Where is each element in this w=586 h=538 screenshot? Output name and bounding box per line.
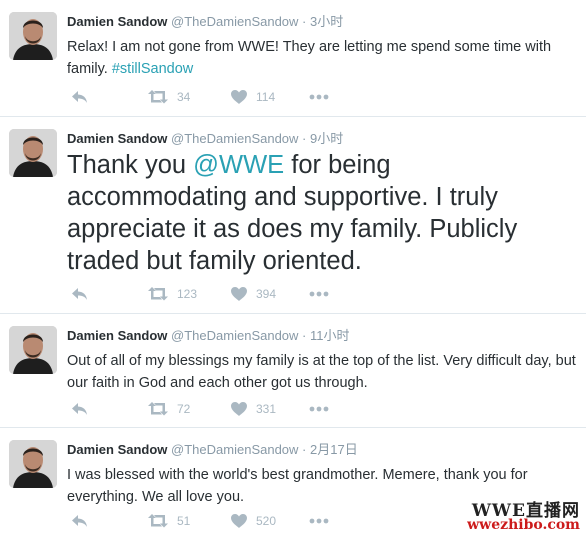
separator: ·	[302, 131, 307, 146]
timestamp[interactable]: 11小时	[310, 328, 350, 343]
retweet-icon	[148, 287, 168, 301]
timestamp[interactable]: 3小时	[310, 14, 343, 29]
avatar[interactable]	[9, 12, 57, 60]
separator: ·	[302, 328, 307, 343]
tweet-actions: 72 331	[67, 399, 367, 419]
username[interactable]: @TheDamienSandow	[171, 328, 298, 343]
heart-icon	[231, 402, 247, 416]
retweet-icon	[148, 402, 168, 416]
tweet[interactable]: Damien Sandow @TheDamienSandow · 9小时 Tha…	[0, 117, 586, 314]
hashtag-link[interactable]: #stillSandow	[112, 61, 193, 77]
tweet[interactable]: Damien Sandow @TheDamienSandow · 3小时 Rel…	[0, 0, 586, 117]
retweet-count: 34	[177, 90, 191, 104]
watermark-url: wwezhibo.com	[467, 517, 580, 533]
tweet-actions: 123 394	[67, 284, 367, 304]
avatar[interactable]	[9, 129, 57, 177]
more-icon	[309, 94, 329, 100]
reply-icon	[72, 91, 87, 103]
like-count: 394	[256, 287, 277, 301]
display-name[interactable]: Damien Sandow	[67, 442, 167, 457]
display-name[interactable]: Damien Sandow	[67, 328, 167, 343]
more-icon	[309, 406, 329, 412]
heart-icon	[231, 90, 247, 104]
watermark: WWE直播网 wwezhibo.com	[467, 494, 586, 538]
retweet-count: 123	[177, 287, 198, 301]
more-button[interactable]	[309, 87, 329, 107]
retweet-button[interactable]: 72	[148, 399, 190, 419]
retweet-button[interactable]: 123	[148, 284, 197, 304]
tweet-header: Damien Sandow @TheDamienSandow · 11小时	[67, 328, 350, 344]
retweet-icon	[148, 514, 168, 528]
reply-icon	[72, 288, 87, 300]
retweet-button[interactable]: 34	[148, 87, 190, 107]
username[interactable]: @TheDamienSandow	[171, 131, 298, 146]
reply-icon	[72, 403, 87, 415]
more-icon	[309, 518, 329, 524]
heart-icon	[231, 287, 247, 301]
reply-button[interactable]	[71, 284, 88, 304]
like-button[interactable]: 520	[231, 511, 276, 531]
reply-button[interactable]	[71, 511, 88, 531]
tweet-header: Damien Sandow @TheDamienSandow · 3小时	[67, 14, 343, 30]
like-count: 114	[256, 90, 276, 104]
more-icon	[309, 291, 329, 297]
heart-icon	[231, 514, 247, 528]
tweet-actions: 34 114	[67, 87, 367, 107]
retweet-button[interactable]: 51	[148, 511, 190, 531]
tweet-header: Damien Sandow @TheDamienSandow · 2月17日	[67, 442, 358, 458]
avatar[interactable]	[9, 440, 57, 488]
timestamp[interactable]: 2月17日	[310, 442, 358, 457]
reply-button[interactable]	[71, 87, 88, 107]
mention-link[interactable]: @WWE	[193, 151, 284, 179]
retweet-icon	[148, 90, 168, 104]
username[interactable]: @TheDamienSandow	[171, 442, 298, 457]
like-count: 520	[256, 514, 277, 528]
separator: ·	[302, 442, 307, 457]
tweet-text: Thank you @WWE for being accommodating a…	[67, 149, 576, 277]
reply-button[interactable]	[71, 399, 88, 419]
more-button[interactable]	[309, 284, 329, 304]
tweet-text: Out of all of my blessings my family is …	[67, 353, 576, 391]
tweet-header: Damien Sandow @TheDamienSandow · 9小时	[67, 131, 343, 147]
username[interactable]: @TheDamienSandow	[171, 14, 298, 29]
display-name[interactable]: Damien Sandow	[67, 131, 167, 146]
like-button[interactable]: 394	[231, 284, 276, 304]
like-count: 331	[256, 402, 277, 416]
like-button[interactable]: 331	[231, 399, 276, 419]
display-name[interactable]: Damien Sandow	[67, 14, 167, 29]
more-button[interactable]	[309, 399, 329, 419]
timestamp[interactable]: 9小时	[310, 131, 343, 146]
like-button[interactable]: 114	[231, 87, 275, 107]
retweet-count: 72	[177, 402, 191, 416]
more-button[interactable]	[309, 511, 329, 531]
tweet-text-part: Thank you	[67, 151, 194, 179]
separator: ·	[302, 14, 307, 29]
tweet-text: Relax! I am not gone from WWE! They are …	[67, 36, 576, 80]
reply-icon	[72, 515, 87, 527]
avatar[interactable]	[9, 326, 57, 374]
tweet[interactable]: Damien Sandow @TheDamienSandow · 11小时 Ou…	[0, 314, 586, 428]
tweet-actions: 51 520	[67, 511, 367, 531]
retweet-count: 51	[177, 514, 191, 528]
